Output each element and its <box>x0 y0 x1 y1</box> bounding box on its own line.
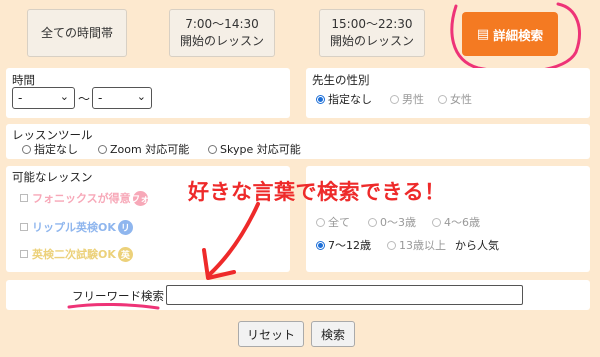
search-label: 検索 <box>320 327 345 342</box>
gender-option-label: 指定なし <box>328 93 372 106</box>
radio-icon <box>98 144 107 154</box>
age-option-7-12[interactable]: 7〜12歳 <box>316 237 371 253</box>
age-option-4-6[interactable]: 4〜6歳 <box>432 214 480 230</box>
morning-time-range: 7:00〜14:30 <box>185 17 259 31</box>
evening-time-range: 15:00〜22:30 <box>331 17 413 31</box>
gender-option-label: 女性 <box>450 93 472 106</box>
arrow-icon <box>202 202 260 280</box>
lesson-check-label: リップル英検OK <box>32 221 116 234</box>
lesson-check-ripple[interactable]: リップル英検OK リ <box>20 219 133 235</box>
gender-option-male[interactable]: 男性 <box>390 91 424 107</box>
age-option-label: 4〜6歳 <box>444 216 480 229</box>
age-option-label: 全て <box>328 216 350 229</box>
radio-selected-icon <box>316 94 325 104</box>
radio-icon <box>208 144 217 154</box>
radio-icon <box>432 217 441 227</box>
age-popular-caption: から人気 <box>455 239 499 252</box>
ripple-badge-icon: リ <box>117 219 133 235</box>
lesson-check-phonics[interactable]: フォニックスが得意 フォ <box>20 190 149 206</box>
tool-option-none[interactable]: 指定なし <box>22 141 78 157</box>
gender-option-label: 男性 <box>402 93 424 106</box>
tool-option-label: Skype 対応可能 <box>220 143 301 156</box>
radio-icon <box>387 240 396 250</box>
lesson-check-eiken[interactable]: 英検二次試験OK 英 <box>20 246 133 262</box>
evening-caption: 開始のレッスン <box>329 34 414 48</box>
radio-selected-icon <box>316 240 325 250</box>
checkbox-icon <box>20 250 28 258</box>
age-option-13-plus[interactable]: 13歳以上 <box>387 237 446 253</box>
time-from-value: - <box>18 91 23 105</box>
all-times-button[interactable]: 全ての時間帯 <box>27 9 127 57</box>
age-option-0-3[interactable]: 0〜3歳 <box>368 214 416 230</box>
all-times-label: 全ての時間帯 <box>40 25 113 40</box>
radio-icon <box>316 217 325 227</box>
checkbox-icon <box>20 194 28 202</box>
tool-option-label: Zoom 対応可能 <box>110 143 190 156</box>
gender-label: 先生の性別 <box>312 73 370 87</box>
radio-icon <box>438 94 447 104</box>
chevron-down-icon: ⌄ <box>59 90 69 103</box>
age-option-label: 13歳以上 <box>399 239 446 252</box>
lesson-check-label: フォニックスが得意 <box>32 192 131 205</box>
age-option-all[interactable]: 全て <box>316 214 350 230</box>
morning-lessons-button[interactable]: 7:00〜14:30 開始のレッスン <box>169 9 275 57</box>
time-to-select[interactable]: - ⌄ <box>92 87 152 109</box>
time-separator: 〜 <box>78 92 91 106</box>
age-option-label: 0〜3歳 <box>380 216 416 229</box>
annotation-underline <box>67 302 160 310</box>
evening-lessons-button[interactable]: 15:00〜22:30 開始のレッスン <box>319 9 425 57</box>
eiken-badge-icon: 英 <box>117 246 133 262</box>
freeword-input[interactable] <box>166 285 523 305</box>
gender-option-female[interactable]: 女性 <box>438 91 472 107</box>
tool-option-skype[interactable]: Skype 対応可能 <box>208 141 301 157</box>
morning-caption: 開始のレッスン <box>179 34 264 48</box>
radio-icon <box>390 94 399 104</box>
reset-label: リセット <box>246 327 295 342</box>
possible-lessons-label: 可能なレッスン <box>12 170 93 184</box>
lesson-check-label: 英検二次試験OK <box>32 248 116 261</box>
gender-option-none[interactable]: 指定なし <box>316 91 372 107</box>
radio-icon <box>368 217 377 227</box>
search-button[interactable]: 検索 <box>311 321 355 347</box>
tool-option-label: 指定なし <box>34 143 78 156</box>
time-to-value: - <box>98 91 103 105</box>
tool-option-zoom[interactable]: Zoom 対応可能 <box>98 141 189 157</box>
checkbox-icon <box>20 223 28 231</box>
chevron-down-icon: ⌄ <box>136 90 146 103</box>
radio-icon <box>22 144 31 154</box>
age-option-label: 7〜12歳 <box>328 239 371 252</box>
reset-button[interactable]: リセット <box>238 321 304 347</box>
time-label: 時間 <box>12 73 35 87</box>
phonics-badge-icon: フォ <box>131 190 149 206</box>
annotation-circle <box>450 2 581 74</box>
time-from-select[interactable]: - ⌄ <box>12 87 75 109</box>
